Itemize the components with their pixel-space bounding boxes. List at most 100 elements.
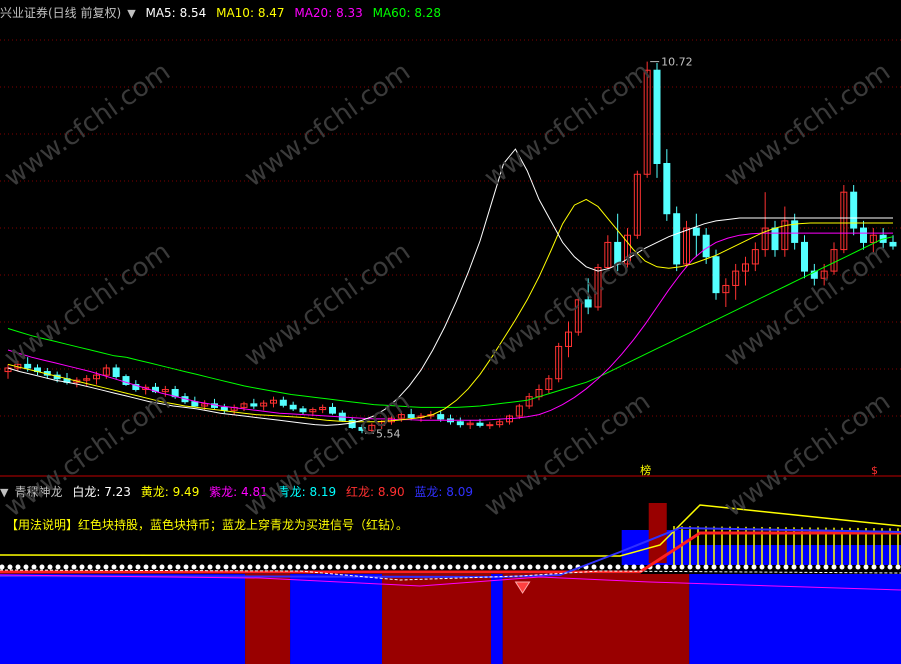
- white-dot: [847, 564, 853, 570]
- candle-body: [220, 406, 228, 411]
- ma60-label: MA60: 8.28: [372, 6, 442, 20]
- white-dot: [839, 564, 845, 570]
- white-dot: [487, 564, 493, 570]
- white-dot: [367, 564, 373, 570]
- white-dot: [271, 564, 277, 570]
- candle-body: [358, 427, 366, 431]
- candle-body: [584, 299, 592, 308]
- ma20-label: MA20: 8.33: [294, 6, 363, 20]
- white-dot: [239, 564, 245, 570]
- white-dot: [895, 564, 901, 570]
- white-dot: [623, 564, 629, 570]
- white-dot: [463, 564, 469, 570]
- block-cash: [491, 574, 503, 664]
- lanlong-label: 蓝龙: 8.09: [414, 485, 474, 499]
- white-dot: [359, 564, 365, 570]
- white-dot: [375, 564, 381, 570]
- candle-body: [712, 256, 720, 294]
- huanglong-label: 黄龙: 9.49: [140, 485, 200, 499]
- qinglong-label: 青龙: 8.19: [277, 485, 337, 499]
- white-dot: [303, 564, 309, 570]
- collapse-icon[interactable]: ▼: [0, 486, 8, 499]
- white-dot: [287, 564, 293, 570]
- block-hold: [245, 574, 291, 664]
- candle-body: [486, 424, 494, 427]
- candle-body: [24, 363, 32, 369]
- white-dot: [607, 564, 613, 570]
- main-chart-header: 兴业证券(日线 前复权) ▼ MA5: 8.54 MA10: 8.47 MA20:…: [0, 6, 447, 21]
- white-dot: [535, 564, 541, 570]
- block-cash: [290, 574, 383, 664]
- white-dot: [759, 564, 765, 570]
- white-dot: [727, 564, 733, 570]
- bang-marker: 榜: [640, 463, 651, 477]
- white-dot: [663, 564, 669, 570]
- white-dot: [719, 564, 725, 570]
- white-dot: [423, 564, 429, 570]
- candle-body: [191, 401, 199, 407]
- candle-body: [279, 399, 287, 406]
- white-dot: [743, 564, 749, 570]
- white-dot: [255, 564, 261, 570]
- baillong-label: 白龙: 7.23: [72, 485, 131, 499]
- white-dot: [751, 564, 757, 570]
- white-dot: [799, 564, 805, 570]
- white-dot: [207, 564, 213, 570]
- white-dot: [447, 564, 453, 570]
- ma10-label: MA10: 8.47: [216, 6, 285, 20]
- white-dot: [863, 564, 869, 570]
- white-dot: [159, 564, 165, 570]
- white-dot: [807, 564, 813, 570]
- white-dot: [31, 564, 37, 570]
- white-dot: [95, 564, 101, 570]
- block-hold: [502, 574, 690, 664]
- white-dot: [343, 564, 349, 570]
- candle-body: [112, 367, 120, 378]
- white-dot: [775, 564, 781, 570]
- candle-body: [860, 227, 867, 243]
- white-dot: [815, 564, 821, 570]
- white-dot: [223, 564, 229, 570]
- white-dot: [711, 564, 717, 570]
- block-cash: [0, 574, 246, 664]
- candle-body: [653, 69, 661, 164]
- white-dot: [199, 564, 205, 570]
- white-dot: [735, 564, 741, 570]
- stock-chart[interactable]: 10.72 5.54 榜 $: [0, 0, 901, 664]
- white-dot: [431, 564, 437, 570]
- white-dot: [511, 564, 517, 570]
- white-dot: [591, 564, 597, 570]
- usage-note: 【用法说明】红色块持股，蓝色块持币；蓝龙上穿青龙为买进信号（红钻）。: [6, 518, 409, 532]
- white-dot: [167, 564, 173, 570]
- white-dot: [631, 564, 637, 570]
- white-dot: [295, 564, 301, 570]
- white-dot: [215, 564, 221, 570]
- high-price-label: 10.72: [661, 56, 693, 69]
- zilong-label: 紫龙: 4.81: [209, 485, 268, 499]
- white-dot: [7, 564, 13, 570]
- white-dot: [887, 564, 893, 570]
- candle-body: [437, 414, 445, 420]
- white-dot: [871, 564, 877, 570]
- white-dot: [415, 564, 421, 570]
- white-dot: [471, 564, 477, 570]
- white-dot: [399, 564, 405, 570]
- white-dot: [543, 564, 549, 570]
- white-dot: [151, 564, 157, 570]
- collapse-icon[interactable]: ▼: [127, 7, 135, 20]
- indicator-title: 青稞神龙: [14, 485, 63, 499]
- dollar-marker: $: [871, 464, 878, 477]
- white-dot: [479, 564, 485, 570]
- white-dot: [247, 564, 253, 570]
- white-dot: [879, 564, 885, 570]
- white-dot: [855, 564, 861, 570]
- white-dot: [79, 564, 85, 570]
- white-dot: [791, 564, 797, 570]
- white-dot: [119, 564, 125, 570]
- white-dot: [695, 564, 701, 570]
- white-dot: [183, 564, 189, 570]
- white-dot: [327, 564, 333, 570]
- white-dot: [231, 564, 237, 570]
- white-dot: [687, 564, 693, 570]
- white-dot: [87, 564, 93, 570]
